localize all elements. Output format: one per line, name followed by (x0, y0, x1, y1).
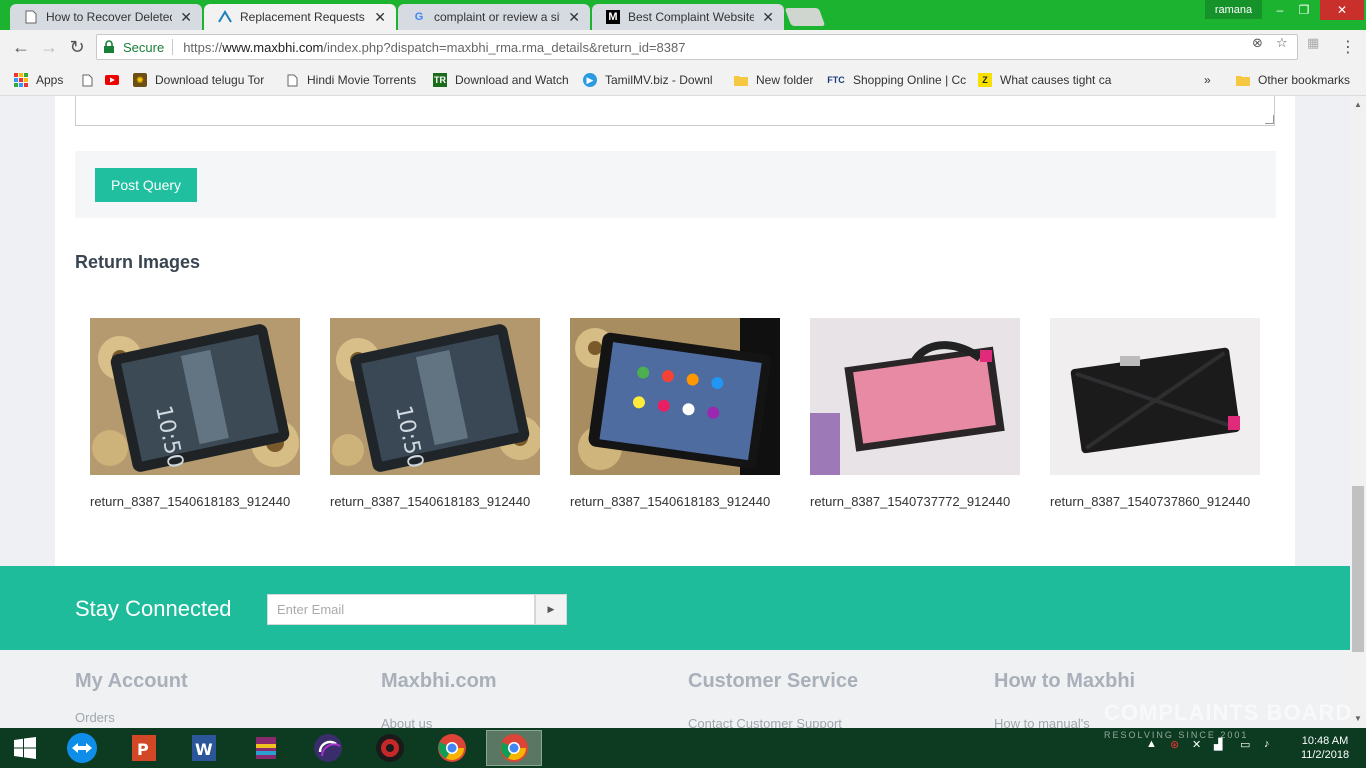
bookmark-youtube[interactable] (105, 71, 127, 89)
tab-complaint-review[interactable]: G complaint or review a site ✕ (398, 4, 590, 30)
subscribe-arrow-button[interactable]: ▶ (535, 594, 567, 625)
bookmark-new-folder[interactable]: New folder (734, 71, 813, 89)
tab-best-complaint-websites[interactable]: M Best Complaint Websites ✕ (592, 4, 784, 30)
divider (172, 39, 174, 55)
window-close-icon[interactable]: ✕ (1320, 0, 1364, 20)
youtube-icon (105, 73, 119, 87)
forward-arrow-icon[interactable]: → (38, 36, 60, 58)
address-bar[interactable]: Secure https://www.maxbhi.com/index.php?… (96, 34, 1298, 60)
query-textarea[interactable] (75, 96, 1275, 126)
folder-icon (734, 73, 748, 87)
return-image-4[interactable] (810, 318, 1020, 475)
image-caption: return_8387_1540737860_912440 (1050, 494, 1251, 509)
footer-link-contact-support[interactable]: Contact Customer Support (688, 716, 842, 728)
restore-icon[interactable]: ❐ (1286, 0, 1322, 20)
extension-icon[interactable]: ▦ (1307, 35, 1319, 51)
page-icon (80, 73, 94, 87)
cookie-blocked-icon[interactable]: ⊗ (1252, 35, 1263, 51)
chrome-icon[interactable] (424, 730, 480, 766)
close-icon[interactable]: ✕ (762, 9, 774, 26)
tab-how-to-recover[interactable]: How to Recover Deleted ✕ (10, 4, 202, 30)
teamviewer-icon[interactable] (54, 730, 110, 766)
close-icon[interactable]: ✕ (568, 9, 580, 26)
bookmark-tamilmv[interactable]: ▶ TamilMV.biz - Downl (583, 71, 723, 89)
tab-replacement-requests[interactable]: Replacement Requests :: ✕ (204, 4, 396, 30)
scroll-up-arrow-icon[interactable]: ▲ (1350, 98, 1366, 110)
powerpoint-icon[interactable]: P (116, 730, 172, 766)
folder-icon (1236, 73, 1250, 87)
bookmark-apps[interactable]: Apps (14, 71, 63, 89)
gear-app-icon[interactable] (362, 730, 418, 766)
back-arrow-icon[interactable]: ← (10, 36, 32, 58)
browser-toolbar: ← → ↻ Secure https://www.maxbhi.com/inde… (0, 30, 1366, 65)
return-image-2[interactable]: 10:50 (330, 318, 540, 475)
bookmark-tight-calves[interactable]: Z What causes tight ca (978, 71, 1114, 89)
tr-site-icon: TR (433, 73, 447, 87)
play-circle-icon: ▶ (583, 73, 597, 87)
close-icon[interactable]: ✕ (180, 9, 192, 26)
bookmark-shopping-online[interactable]: FTC Shopping Online | Cc (827, 71, 967, 89)
stay-connected-title: Stay Connected (75, 596, 232, 621)
return-image-3[interactable] (570, 318, 780, 475)
svg-text:W: W (195, 740, 213, 759)
close-icon[interactable]: ✕ (374, 9, 386, 26)
secure-label: Secure (123, 39, 165, 55)
svg-text:P: P (137, 740, 149, 759)
torrent-client-icon[interactable] (300, 730, 356, 766)
scroll-down-arrow-icon[interactable]: ▼ (1350, 712, 1366, 724)
footer-title-maxbhi: Maxbhi.com (381, 670, 497, 692)
url-text: https://www.maxbhi.com/index.php?dispatc… (183, 39, 686, 55)
bookmark-blank-page[interactable] (80, 71, 102, 89)
return-image-1[interactable]: 10:50 (90, 318, 300, 475)
reload-icon[interactable]: ↻ (66, 36, 88, 58)
chrome-menu-icon[interactable]: ⋮ (1340, 36, 1356, 58)
complaints-board-watermark: COMPLAINTS BOARD RESOLVING SINCE 2001 (1104, 700, 1353, 741)
page-icon (285, 73, 299, 87)
newsletter-band: Stay Connected ▶ (0, 566, 1350, 650)
image-caption: return_8387_1540618183_912440 (90, 494, 291, 509)
page-icon (24, 10, 38, 24)
bookmark-star-icon[interactable]: ☆ (1276, 35, 1288, 51)
bookmark-download-telugu[interactable]: ✺ Download telugu Tor (133, 71, 273, 89)
chrome-active-icon[interactable] (486, 730, 542, 766)
z-site-icon: Z (978, 73, 992, 87)
email-input[interactable] (267, 594, 535, 625)
maxbhi-icon (218, 10, 232, 24)
windows-start-icon[interactable] (0, 730, 50, 766)
apps-grid-icon (14, 73, 28, 87)
scrollbar-thumb[interactable] (1352, 486, 1364, 652)
resize-grip-icon[interactable] (1265, 115, 1274, 124)
torrent-site-icon: ✺ (133, 73, 147, 87)
post-query-button[interactable]: Post Query (95, 168, 197, 202)
return-images-title: Return Images (75, 252, 201, 272)
bookmark-download-watch[interactable]: TR Download and Watch (433, 71, 571, 89)
bookmarks-bar: Apps ✺ Download telugu Tor Hindi Movie T… (0, 65, 1366, 96)
image-caption: return_8387_1540618183_912440 (570, 494, 771, 509)
bookmark-hindi-movie[interactable]: Hindi Movie Torrents (285, 71, 420, 89)
google-icon: G (414, 11, 424, 23)
footer-link-about-us[interactable]: About us (381, 716, 432, 728)
footer-link-orders[interactable]: Orders (75, 710, 115, 725)
page-viewport: Post Query Return Images 10:50 10:50 ret… (0, 96, 1350, 728)
lock-icon (103, 40, 117, 54)
winrar-icon[interactable] (238, 730, 294, 766)
image-caption: return_8387_1540737772_912440 (810, 494, 1011, 509)
footer-title-my-account: My Account (75, 670, 188, 692)
bookmark-other[interactable]: Other bookmarks (1236, 71, 1350, 89)
query-actions-panel (75, 151, 1276, 218)
medium-icon: M (606, 10, 620, 24)
new-tab-button[interactable] (784, 8, 826, 26)
word-icon[interactable]: W (176, 730, 232, 766)
return-image-5[interactable] (1050, 318, 1260, 475)
more-bookmarks-chevron[interactable]: » (1204, 71, 1211, 89)
footer-link-how-to-manuals[interactable]: How to manual's (994, 716, 1090, 728)
ftc-icon: FTC (827, 75, 845, 85)
footer-title-customer-service: Customer Service (688, 670, 859, 692)
profile-button[interactable]: ramana (1205, 0, 1262, 19)
browser-tab-strip: How to Recover Deleted ✕ Replacement Req… (0, 0, 1366, 30)
footer-title-how-to-maxbhi: How to Maxbhi (994, 670, 1136, 692)
image-caption: return_8387_1540618183_912440 (330, 494, 531, 509)
